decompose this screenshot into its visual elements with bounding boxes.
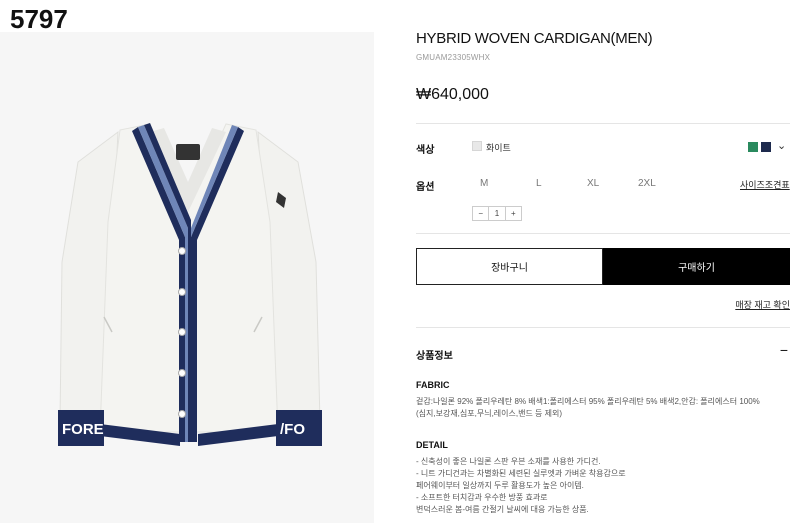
size-option-l[interactable]: L [536,178,542,189]
product-price: ₩640,000 [416,86,489,103]
color-label: 색상 [416,145,435,156]
add-to-cart-button[interactable]: 장바구니 [416,248,603,285]
product-sku: GMUAM23305WHX [416,53,491,62]
detail-line: - 신축성이 좋은 나일론 스판 우븐 소재를 사용한 가디건. [416,457,601,466]
product-info-title: 상품정보 [416,351,453,362]
store-stock-link[interactable]: 매장 재고 확인 [735,298,790,311]
detail-line: 페어웨이부터 일상까지 두루 활용도가 높은 아이템. [416,481,584,490]
product-image[interactable]: FORE /FO [0,32,374,523]
color-swatch-green[interactable] [748,142,758,152]
image-number-tag: 5797 [10,4,68,34]
cardigan-illustration: FORE /FO [0,32,374,523]
quantity-minus-button[interactable]: − [473,207,488,220]
product-details: HYBRID WOVEN CARDIGAN(MEN) GMUAM23305WHX… [416,0,790,523]
detail-heading: DETAIL [416,440,448,450]
quantity-plus-button[interactable]: + [506,207,521,220]
divider [416,327,790,328]
quantity-value[interactable]: 1 [488,207,506,220]
buy-now-button[interactable]: 구매하기 [603,248,790,285]
size-label: 옵션 [416,182,435,193]
chevron-down-icon[interactable]: ⌄ [777,139,786,152]
selected-color-name: 화이트 [486,143,511,153]
size-option-2xl[interactable]: 2XL [638,178,656,189]
divider [416,123,790,124]
detail-line: - 니트 가디건과는 차별화된 세련된 실루엣과 가벼운 착용감으로 [416,469,626,478]
detail-line: - 소프트한 터치감과 우수한 방풍 효과로 [416,493,548,502]
fabric-line: 겉감:나일론 92% 폴리우레탄 8% 배색1:폴리에스터 95% 폴리우레탄 … [416,397,760,406]
svg-text:/FO: /FO [280,421,305,438]
size-option-m[interactable]: M [480,178,488,189]
selected-color-swatch [472,141,482,151]
detail-line: 변덕스러운 봄-여름 간절기 날씨에 대응 가능한 상품. [416,505,589,514]
divider [416,233,790,234]
product-title: HYBRID WOVEN CARDIGAN(MEN) [416,30,653,47]
fabric-line: (심지,보강재,심포,무늬,레이스,밴드 등 제외) [416,409,563,418]
svg-text:FORE: FORE [62,421,104,438]
fabric-heading: FABRIC [416,380,450,390]
collapse-icon[interactable]: − [780,342,788,358]
size-guide-link[interactable]: 사이즈조견표 [740,178,790,191]
color-swatch-navy[interactable] [761,142,771,152]
size-option-xl[interactable]: XL [587,178,599,189]
quantity-stepper: − 1 + [472,206,522,221]
